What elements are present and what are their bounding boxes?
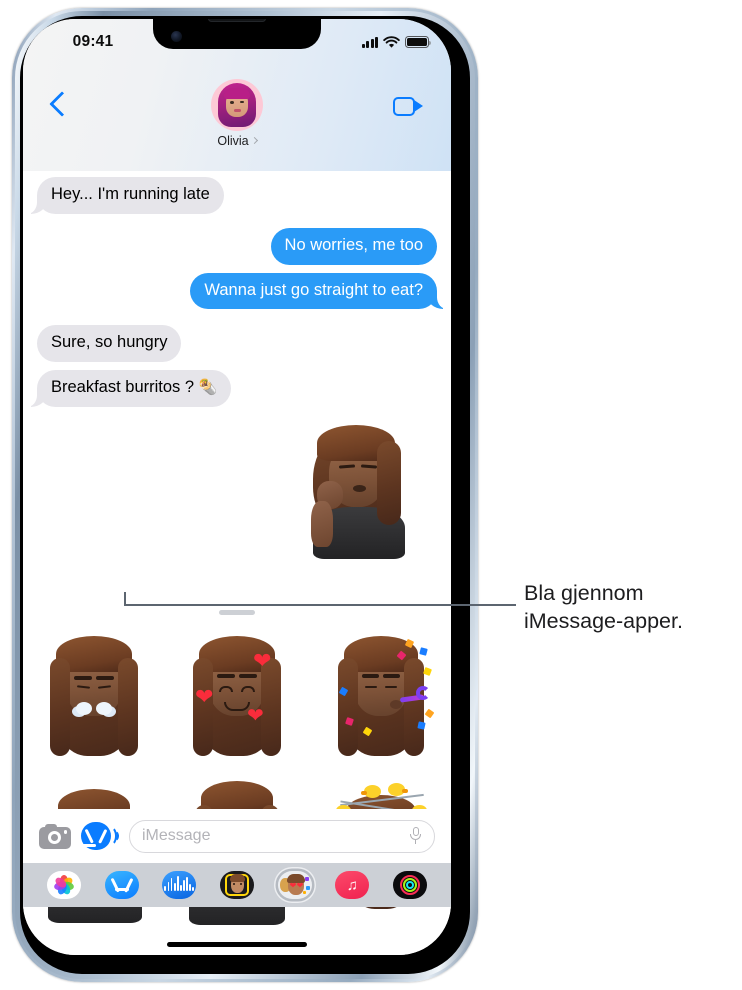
message-text: Sure, so hungry [51, 333, 168, 352]
message-bubble-outgoing[interactable]: No worries, me too [270, 227, 437, 265]
callout-leader-line-horizontal [124, 604, 516, 606]
message-input-bar: iMessage [23, 809, 451, 863]
memoji-sticker-party[interactable] [320, 624, 440, 774]
message-row: Wanna just go straight to eat? [37, 272, 447, 310]
app-store-app-icon[interactable] [104, 871, 139, 899]
message-text: No worries, me too [284, 235, 423, 254]
imessage-app-drawer[interactable]: ❤ ❤ ♫ [23, 863, 451, 907]
earpiece-speaker-icon [208, 19, 266, 22]
memoji-sticker-steam-nose[interactable] [34, 624, 154, 774]
wifi-icon [383, 35, 400, 48]
message-input-placeholder: iMessage [142, 827, 211, 844]
bubble-tail-icon [427, 291, 447, 310]
message-bubble-incoming[interactable]: Hey... I'm running late [27, 177, 224, 214]
contact-name: Olivia [217, 134, 258, 148]
imessage-apps-button[interactable] [81, 822, 119, 850]
burrito-emoji: 🌯 [198, 379, 218, 397]
memoji-stickers-app-icon[interactable]: ❤ ❤ [277, 871, 312, 899]
photos-app-icon[interactable] [46, 871, 81, 899]
cellular-bars-icon [361, 36, 378, 48]
chevron-right-icon [250, 136, 258, 145]
bubble-tail-icon [27, 388, 47, 407]
camera-button[interactable] [39, 823, 71, 849]
message-row: Sure, so hungry [37, 325, 437, 363]
message-bubble-incoming[interactable]: Sure, so hungry [37, 325, 182, 363]
avatar [211, 79, 263, 131]
memoji-app-icon[interactable] [219, 871, 254, 899]
message-bubble-outgoing[interactable]: Wanna just go straight to eat? [190, 272, 447, 310]
battery-icon [405, 36, 432, 48]
memoji-sticker-hearts[interactable]: ❤ ❤ ❤ [177, 624, 297, 774]
back-button[interactable] [49, 91, 75, 117]
fitness-app-icon[interactable] [393, 871, 428, 899]
music-app-icon[interactable]: ♫ [335, 871, 370, 899]
sent-sticker[interactable] [37, 423, 437, 559]
message-text: Breakfast burritos ? [51, 378, 195, 397]
screenshot-root: 09:41 Olivia Hey... I'm running late No … [0, 0, 742, 990]
status-bar-time: 09:41 [72, 33, 114, 50]
message-bubble-incoming[interactable]: Breakfast burritos ? 🌯 [27, 370, 232, 407]
message-text: Hey... I'm running late [51, 185, 210, 203]
message-text: Wanna just go straight to eat? [204, 280, 423, 299]
contact-name-label: Olivia [217, 134, 249, 148]
contact-info-button[interactable]: Olivia [211, 79, 263, 148]
phone-screen: 09:41 Olivia Hey... I'm running late No … [23, 19, 451, 955]
message-row: No worries, me too [37, 227, 437, 265]
chat-header-row: Olivia [23, 73, 451, 169]
callout-label: Bla gjennom iMessage-apper. [524, 581, 683, 633]
drawer-grabber-handle[interactable] [219, 610, 255, 615]
front-camera-icon [171, 31, 182, 42]
digital-touch-app-icon[interactable] [162, 871, 197, 899]
message-row: Breakfast burritos ? 🌯 [27, 370, 437, 407]
notch [153, 19, 321, 49]
phone-frame: 09:41 Olivia Hey... I'm running late No … [12, 8, 478, 982]
bubble-tail-icon [27, 195, 47, 214]
message-input-field[interactable]: iMessage [129, 819, 435, 853]
facetime-button[interactable] [393, 97, 423, 116]
message-row: Hey... I'm running late [27, 177, 437, 214]
status-bar-indicators [361, 35, 432, 49]
microphone-icon[interactable] [409, 826, 422, 846]
home-indicator[interactable] [167, 942, 307, 947]
